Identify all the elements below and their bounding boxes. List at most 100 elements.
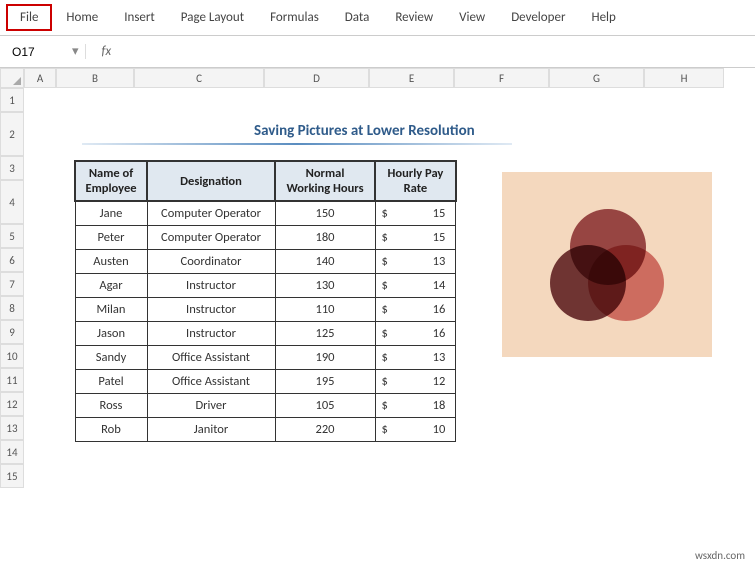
ribbon-tab-home[interactable]: Home <box>54 6 110 29</box>
cell-name[interactable]: Patel <box>75 369 147 393</box>
formula-input[interactable] <box>119 42 755 61</box>
row-header-11[interactable]: 11 <box>0 368 24 392</box>
cell-currency[interactable]: $ <box>375 225 396 249</box>
cell-rate[interactable]: 13 <box>396 345 456 369</box>
ribbon-tab-review[interactable]: Review <box>383 6 445 29</box>
table-row: MilanInstructor110$16 <box>75 297 456 321</box>
cell-currency[interactable]: $ <box>375 393 396 417</box>
row-header-1[interactable]: 1 <box>0 88 24 112</box>
cell-name[interactable]: Ross <box>75 393 147 417</box>
cell-currency[interactable]: $ <box>375 369 396 393</box>
row-header-4[interactable]: 4 <box>0 180 24 224</box>
table-header-1: Designation <box>147 161 275 201</box>
cell-name[interactable]: Austen <box>75 249 147 273</box>
cell-currency[interactable]: $ <box>375 249 396 273</box>
cell-desig[interactable]: Office Assistant <box>147 369 275 393</box>
cell-rate[interactable]: 12 <box>396 369 456 393</box>
cell-rate[interactable]: 16 <box>396 297 456 321</box>
cell-name[interactable]: Rob <box>75 417 147 441</box>
cell-desig[interactable]: Instructor <box>147 273 275 297</box>
cell-hours[interactable]: 220 <box>275 417 375 441</box>
table-row: RobJanitor220$10 <box>75 417 456 441</box>
cell-rate[interactable]: 13 <box>396 249 456 273</box>
formula-bar-row: ▾ fx <box>0 36 755 68</box>
ribbon-tab-file[interactable]: File <box>6 4 52 31</box>
cell-desig[interactable]: Coordinator <box>147 249 275 273</box>
table-row: AgarInstructor130$14 <box>75 273 456 297</box>
ribbon-tab-help[interactable]: Help <box>579 6 627 29</box>
row-header-10[interactable]: 10 <box>0 344 24 368</box>
ribbon-tab-page-layout[interactable]: Page Layout <box>169 6 256 29</box>
cell-name[interactable]: Jane <box>75 201 147 225</box>
cell-desig[interactable]: Driver <box>147 393 275 417</box>
cell-name[interactable]: Agar <box>75 273 147 297</box>
cell-currency[interactable]: $ <box>375 417 396 441</box>
embedded-picture[interactable] <box>502 172 712 357</box>
cell-rate[interactable]: 15 <box>396 201 456 225</box>
cell-currency[interactable]: $ <box>375 201 396 225</box>
table-row: AustenCoordinator140$13 <box>75 249 456 273</box>
col-header-D[interactable]: D <box>264 68 369 88</box>
table-row: JaneComputer Operator150$15 <box>75 201 456 225</box>
row-header-3[interactable]: 3 <box>0 156 24 180</box>
cell-hours[interactable]: 105 <box>275 393 375 417</box>
col-header-G[interactable]: G <box>549 68 644 88</box>
cell-rate[interactable]: 18 <box>396 393 456 417</box>
ribbon-tab-developer[interactable]: Developer <box>499 6 577 29</box>
watermark-text: wsxdn.com <box>695 549 745 562</box>
cell-rate[interactable]: 16 <box>396 321 456 345</box>
row-header-7[interactable]: 7 <box>0 272 24 296</box>
col-header-C[interactable]: C <box>134 68 264 88</box>
ribbon-tab-view[interactable]: View <box>447 6 497 29</box>
table-header-0: Name of Employee <box>75 161 147 201</box>
cell-hours[interactable]: 130 <box>275 273 375 297</box>
cell-desig[interactable]: Janitor <box>147 417 275 441</box>
row-header-5[interactable]: 5 <box>0 224 24 248</box>
row-header-2[interactable]: 2 <box>0 112 24 156</box>
ribbon-tab-insert[interactable]: Insert <box>112 6 167 29</box>
cell-currency[interactable]: $ <box>375 321 396 345</box>
select-all-triangle[interactable] <box>0 68 24 88</box>
cell-hours[interactable]: 110 <box>275 297 375 321</box>
cell-name[interactable]: Milan <box>75 297 147 321</box>
col-header-F[interactable]: F <box>454 68 549 88</box>
row-header-13[interactable]: 13 <box>0 416 24 440</box>
ribbon-tab-data[interactable]: Data <box>333 6 382 29</box>
cell-currency[interactable]: $ <box>375 345 396 369</box>
name-box[interactable] <box>6 43 66 61</box>
cell-desig[interactable]: Computer Operator <box>147 225 275 249</box>
col-header-E[interactable]: E <box>369 68 454 88</box>
cell-desig[interactable]: Computer Operator <box>147 201 275 225</box>
row-header-6[interactable]: 6 <box>0 248 24 272</box>
cell-hours[interactable]: 140 <box>275 249 375 273</box>
cell-hours[interactable]: 190 <box>275 345 375 369</box>
cell-desig[interactable]: Instructor <box>147 297 275 321</box>
cell-hours[interactable]: 180 <box>275 225 375 249</box>
cell-name[interactable]: Sandy <box>75 345 147 369</box>
name-box-dropdown-icon[interactable]: ▾ <box>66 44 86 59</box>
cell-hours[interactable]: 150 <box>275 201 375 225</box>
cells-area[interactable]: Saving Pictures at Lower Resolution Name… <box>24 88 755 568</box>
row-header-8[interactable]: 8 <box>0 296 24 320</box>
col-header-A[interactable]: A <box>24 68 56 88</box>
cell-name[interactable]: Jason <box>75 321 147 345</box>
cell-rate[interactable]: 14 <box>396 273 456 297</box>
row-header-9[interactable]: 9 <box>0 320 24 344</box>
cell-currency[interactable]: $ <box>375 273 396 297</box>
cell-rate[interactable]: 15 <box>396 225 456 249</box>
venn-circle-right <box>588 245 664 321</box>
col-header-H[interactable]: H <box>644 68 724 88</box>
row-header-15[interactable]: 15 <box>0 464 24 488</box>
cell-desig[interactable]: Instructor <box>147 321 275 345</box>
cell-rate[interactable]: 10 <box>396 417 456 441</box>
cell-name[interactable]: Peter <box>75 225 147 249</box>
cell-hours[interactable]: 125 <box>275 321 375 345</box>
fx-icon[interactable]: fx <box>94 44 120 59</box>
ribbon-tab-formulas[interactable]: Formulas <box>258 6 331 29</box>
cell-currency[interactable]: $ <box>375 297 396 321</box>
cell-desig[interactable]: Office Assistant <box>147 345 275 369</box>
row-header-14[interactable]: 14 <box>0 440 24 464</box>
row-header-12[interactable]: 12 <box>0 392 24 416</box>
col-header-B[interactable]: B <box>56 68 134 88</box>
cell-hours[interactable]: 195 <box>275 369 375 393</box>
